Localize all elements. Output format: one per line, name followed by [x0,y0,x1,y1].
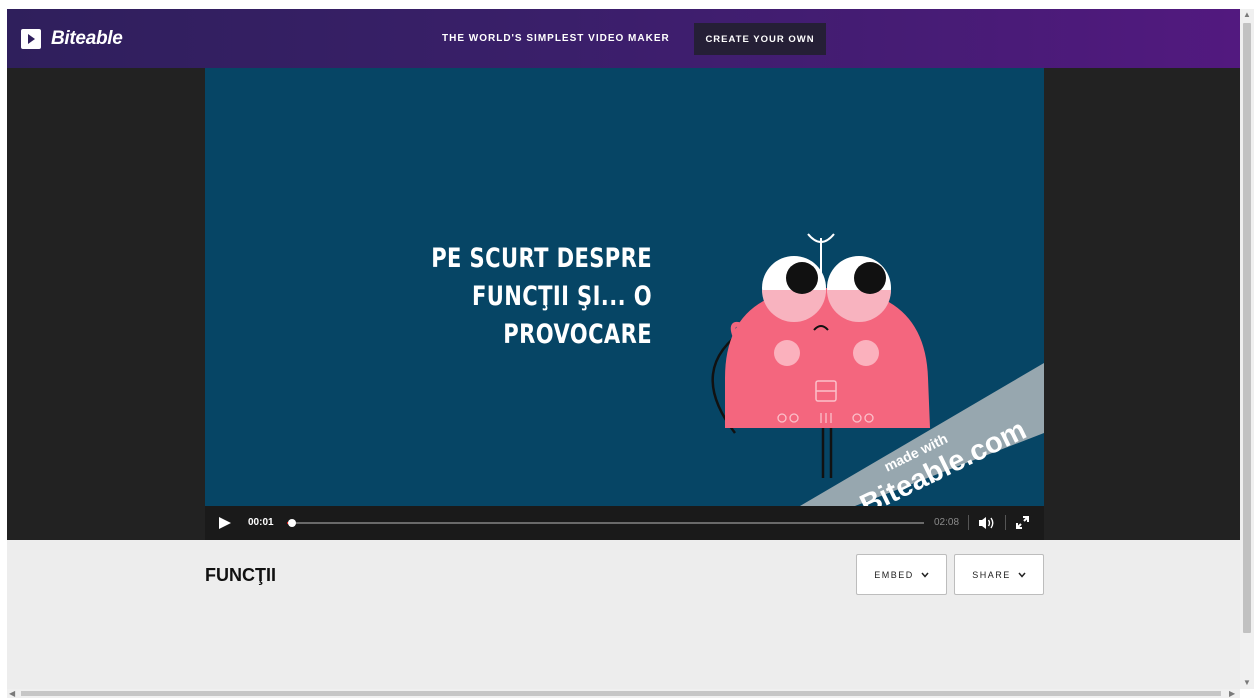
video-title: FUNCŢII [205,565,276,585]
video-stage: PE SCURT DESPRE FUNCŢII ŞI... O PROVOCAR… [7,68,1240,540]
scroll-left-icon[interactable]: ◀ [9,690,15,698]
chevron-down-icon [921,570,929,580]
brand-logo[interactable]: Biteable [21,28,123,50]
video-player[interactable]: PE SCURT DESPRE FUNCŢII ŞI... O PROVOCAR… [205,68,1044,506]
embed-button-label: EMBED [874,569,914,580]
controls-divider [968,515,969,530]
current-time: 00:01 [248,517,274,528]
scroll-down-icon[interactable]: ▼ [1243,679,1251,687]
play-logo-icon [21,29,41,49]
watermark-banner: made with Biteable.com [800,363,1044,506]
embed-button[interactable]: EMBED [856,554,947,595]
share-button-label: SHARE [972,569,1011,580]
horizontal-scroll-thumb[interactable] [21,691,1221,696]
seek-bar[interactable] [287,519,924,527]
play-icon[interactable] [218,516,232,530]
brand-name: Biteable [51,28,123,49]
scroll-up-icon[interactable]: ▲ [1243,11,1251,19]
page: Biteable THE WORLD'S SIMPLEST VIDEO MAKE… [7,9,1240,689]
top-bar: Biteable THE WORLD'S SIMPLEST VIDEO MAKE… [7,9,1240,68]
tagline: THE WORLD'S SIMPLEST VIDEO MAKER [442,33,670,44]
create-your-own-button[interactable]: CREATE YOUR OWN [694,23,826,55]
seek-handle[interactable] [288,519,297,527]
total-time: 02:08 [934,517,960,528]
scroll-right-icon[interactable]: ▶ [1229,690,1235,698]
chevron-down-icon [1018,570,1026,580]
horizontal-scrollbar[interactable]: ◀ ▶ [7,689,1240,698]
share-button[interactable]: SHARE [954,554,1044,595]
video-controls: 00:01 02:08 [205,506,1044,540]
volume-icon[interactable] [978,515,996,531]
vertical-scrollbar[interactable]: ▲ ▼ [1240,9,1254,689]
vertical-scroll-thumb[interactable] [1243,23,1251,633]
fullscreen-icon[interactable] [1015,515,1030,530]
controls-divider [1005,515,1006,530]
